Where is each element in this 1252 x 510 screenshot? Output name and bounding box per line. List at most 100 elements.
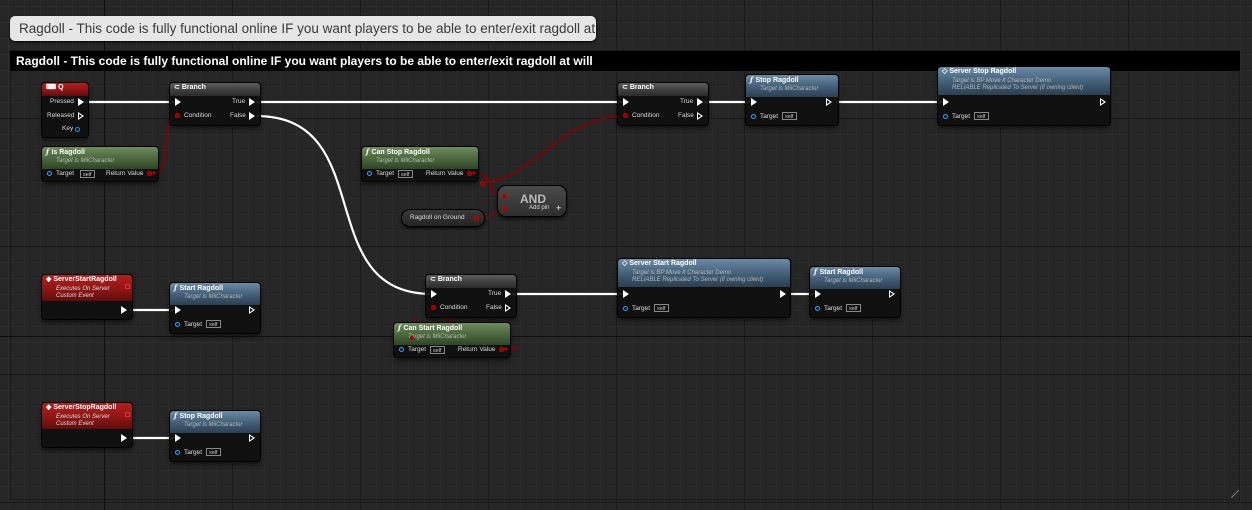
- exec-pin-in[interactable]: [623, 98, 629, 106]
- comment-bubble[interactable]: Ragdoll - This code is fully functional …: [10, 16, 596, 41]
- pin-target[interactable]: [175, 322, 180, 327]
- pin-label-pressed: Pressed: [50, 98, 74, 105]
- pin-target[interactable]: [175, 450, 180, 455]
- self-default[interactable]: self: [430, 346, 445, 354]
- node-q-key-event[interactable]: ⌨ Q Pressed Released Key: [42, 83, 88, 137]
- node-is-ragdoll[interactable]: ƒ Is Ragdoll Target is MiiCharacter Targ…: [42, 147, 158, 181]
- add-pin-label[interactable]: Add pin: [529, 205, 549, 211]
- exec-pin-out[interactable]: [249, 434, 255, 442]
- self-default[interactable]: self: [654, 304, 669, 312]
- node-stop-ragdoll-bottom[interactable]: ƒ Stop Ragdoll Target is MiiCharacter Ta…: [170, 411, 260, 461]
- exec-pin-false[interactable]: [697, 112, 703, 120]
- pin-label-return-value: Return Value: [426, 170, 464, 177]
- node-subtitle: Target is MiiCharacter: [824, 278, 883, 284]
- exec-pin-released[interactable]: [78, 112, 84, 120]
- node-header[interactable]: ⊂ Branch: [170, 83, 260, 96]
- node-event-server-start-ragdoll[interactable]: ◆ ServerStartRagdoll Executes On Server …: [42, 275, 132, 319]
- pin-arrow: [505, 347, 508, 351]
- exec-pin-false[interactable]: [249, 112, 255, 120]
- pin-label-condition: Condition: [440, 304, 468, 311]
- pin-and-out[interactable]: [480, 181, 485, 186]
- exec-pin-pressed[interactable]: [78, 98, 84, 106]
- exec-pin-in[interactable]: [175, 434, 181, 442]
- node-can-start-ragdoll[interactable]: ƒ Can Start Ragdoll Target is MiiCharact…: [394, 323, 510, 357]
- exec-pin-false[interactable]: [505, 304, 511, 312]
- node-subtitle-2: Custom Event: [56, 293, 94, 299]
- pin-label-key: Key: [62, 125, 74, 132]
- delegate-pin[interactable]: [125, 412, 130, 417]
- exec-pin-out[interactable]: [121, 434, 127, 442]
- node-and[interactable]: AND Add pin +: [480, 181, 566, 216]
- pin-return-value[interactable]: [147, 171, 152, 176]
- node-branch-1[interactable]: ⊂ Branch True Condition False: [170, 83, 260, 125]
- node-server-stop-ragdoll[interactable]: ◇ Server Stop Ragdoll Target is BP Move …: [938, 67, 1110, 125]
- exec-pin-in[interactable]: [943, 98, 949, 106]
- pin-and-a[interactable]: [502, 194, 507, 199]
- self-default[interactable]: self: [206, 448, 221, 456]
- node-ragdoll-on-ground[interactable]: Ragdoll on Ground: [402, 210, 484, 226]
- self-default[interactable]: self: [782, 112, 797, 120]
- pin-return-value[interactable]: [467, 171, 472, 176]
- pin-label-false: False: [486, 304, 502, 311]
- node-stop-ragdoll-top[interactable]: ƒ Stop Ragdoll Target is MiiCharacter Ta…: [746, 75, 838, 125]
- node-subtitle: Target is MiiCharacter: [408, 334, 467, 340]
- pin-label-target: Target: [184, 449, 203, 456]
- exec-pin-in[interactable]: [751, 98, 757, 106]
- exec-pin-out[interactable]: [889, 290, 895, 298]
- self-default[interactable]: self: [80, 170, 95, 178]
- add-pin-icon[interactable]: +: [556, 203, 561, 213]
- node-branch-2[interactable]: ⊂ Branch True Condition False: [618, 83, 708, 125]
- pin-and-b[interactable]: [502, 206, 507, 211]
- self-default[interactable]: self: [846, 304, 861, 312]
- self-default[interactable]: self: [974, 112, 989, 120]
- pin-label-true: True: [488, 290, 502, 297]
- pin-target[interactable]: [751, 114, 756, 119]
- node-start-ragdoll-left[interactable]: ƒ Start Ragdoll Target is MiiCharacter T…: [170, 283, 260, 333]
- exec-pin-in[interactable]: [431, 290, 437, 298]
- node-start-ragdoll-right[interactable]: ƒ Start Ragdoll Target is MiiCharacter T…: [810, 267, 900, 317]
- exec-pin-out[interactable]: [1100, 98, 1106, 106]
- exec-pin-true[interactable]: [249, 98, 255, 106]
- exec-pin-in[interactable]: [175, 98, 181, 106]
- branch-icon: ⊂: [430, 276, 438, 283]
- pin-target[interactable]: [943, 114, 948, 119]
- self-default[interactable]: self: [206, 320, 221, 328]
- node-branch-3[interactable]: ⊂ Branch True Condition False: [426, 275, 516, 317]
- exec-pin-in[interactable]: [815, 290, 821, 298]
- exec-pin-out[interactable]: [121, 306, 127, 314]
- pin-target[interactable]: [623, 306, 628, 311]
- exec-pin-out[interactable]: [780, 290, 786, 298]
- pin-return-value[interactable]: [499, 347, 504, 352]
- exec-pin-true[interactable]: [505, 290, 511, 298]
- pin-condition[interactable]: [623, 113, 628, 118]
- node-subtitle: Target is MiiCharacter: [56, 158, 115, 164]
- pin-key[interactable]: [75, 127, 80, 132]
- exec-pin-in[interactable]: [623, 290, 629, 298]
- node-header[interactable]: ⊂ Branch: [618, 83, 708, 96]
- exec-pin-in[interactable]: [175, 306, 181, 314]
- exec-pin-out[interactable]: [826, 98, 832, 106]
- node-server-start-ragdoll[interactable]: ◇ Server Start Ragdoll Target is BP Move…: [618, 259, 790, 317]
- self-default[interactable]: self: [398, 170, 413, 178]
- node-subtitle-2: RELIABLE Replicated To Server (if owning…: [632, 277, 764, 283]
- pin-target[interactable]: [47, 171, 52, 176]
- node-event-server-stop-ragdoll[interactable]: ◆ ServerStopRagdoll Executes On Server C…: [42, 403, 132, 447]
- pin-label-return-value: Return Value: [458, 346, 496, 353]
- node-header[interactable]: ⌨ Q: [42, 83, 88, 96]
- variable-label: Ragdoll on Ground: [410, 214, 465, 221]
- delegate-pin[interactable]: [125, 284, 130, 289]
- pin-target[interactable]: [399, 347, 404, 352]
- node-subtitle-1: Target is BP Move It Character Demo: [952, 78, 1052, 84]
- pin-label-target: Target: [952, 113, 971, 120]
- pin-target[interactable]: [367, 171, 372, 176]
- pin-variable-out[interactable]: [474, 216, 479, 221]
- comment-resize-grip[interactable]: [1231, 490, 1239, 498]
- node-can-stop-ragdoll[interactable]: ƒ Can Stop Ragdoll Target is MiiCharacte…: [362, 147, 478, 181]
- pin-condition[interactable]: [175, 113, 180, 118]
- exec-pin-out[interactable]: [249, 306, 255, 314]
- pin-target[interactable]: [815, 306, 820, 311]
- node-header[interactable]: ⊂ Branch: [426, 275, 516, 288]
- exec-pin-true[interactable]: [697, 98, 703, 106]
- reroute-knot[interactable]: [410, 336, 414, 340]
- pin-condition[interactable]: [431, 305, 436, 310]
